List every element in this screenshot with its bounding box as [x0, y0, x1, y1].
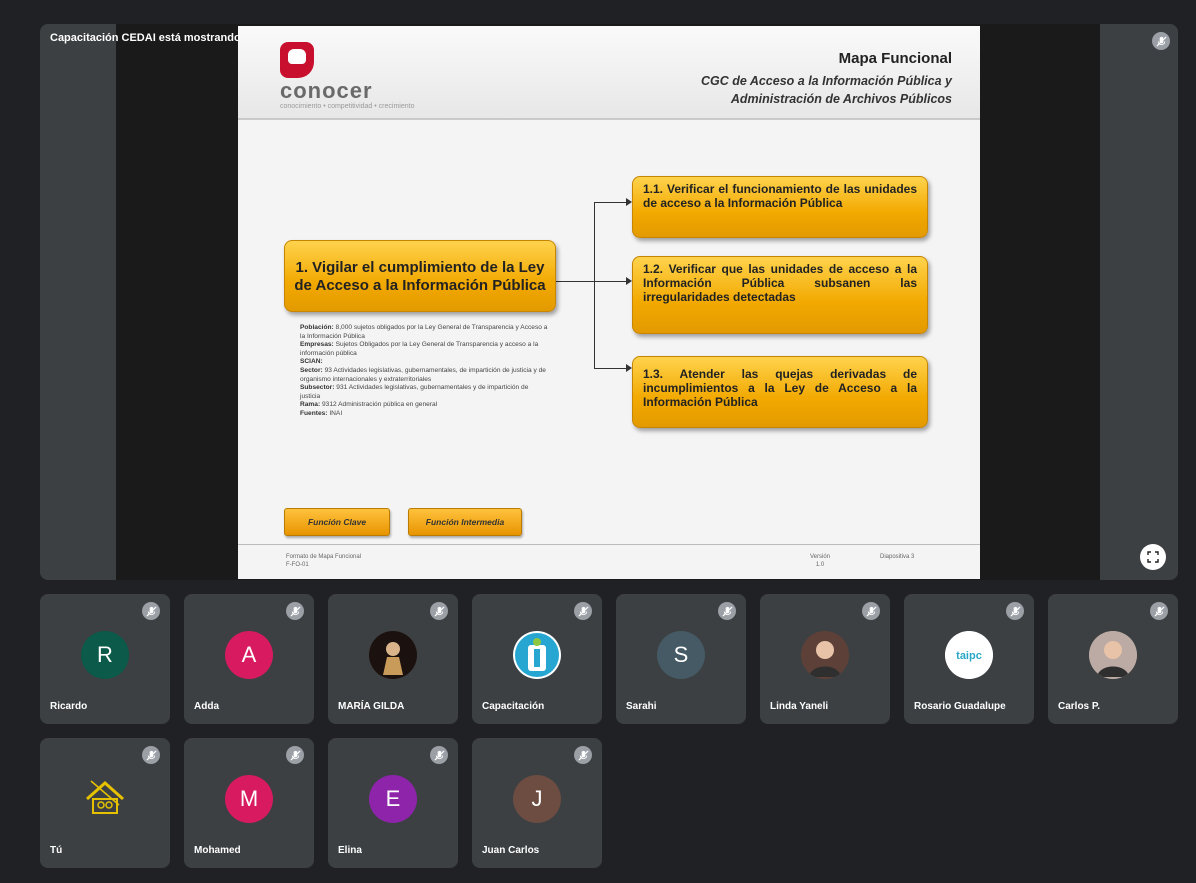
- mic-off-icon: [142, 746, 160, 764]
- participant-name: Tú: [50, 845, 63, 856]
- participant-tile[interactable]: S Sarahi: [616, 594, 746, 724]
- participant-name: Rosario Guadalupe: [914, 701, 1006, 712]
- mic-off-icon: [862, 602, 880, 620]
- legend-intermediate-function: Función Intermedia: [408, 508, 522, 536]
- fullscreen-icon: [1147, 551, 1159, 563]
- taipc-logo-icon: taipc: [945, 631, 993, 679]
- participant-tile[interactable]: Tú: [40, 738, 170, 868]
- participant-tile[interactable]: taipc Rosario Guadalupe: [904, 594, 1034, 724]
- participant-name: Carlos P.: [1058, 701, 1101, 712]
- sub-function-text-1: 1.1. Verificar el funcionamiento de las …: [643, 182, 917, 210]
- participant-name: Capacitación: [482, 701, 545, 712]
- participant-name: Juan Carlos: [482, 845, 540, 856]
- mic-off-icon: [1006, 602, 1024, 620]
- mic-off-icon: [430, 602, 448, 620]
- mic-off-icon: [430, 746, 448, 764]
- sub-function-box-1: 1.1. Verificar el funcionamiento de las …: [632, 176, 928, 238]
- meeting-window: Capacitación CEDAI está mostrando conoce…: [0, 0, 1196, 883]
- mic-off-icon: [1152, 32, 1170, 50]
- slide-subtitle-line-1: CGC de Acceso a la Información Pública y: [700, 74, 952, 88]
- main-function-text: 1. Vigilar el cumplimiento de la Ley de …: [294, 259, 546, 294]
- avatar: S: [657, 631, 705, 679]
- mic-off-icon: [1150, 602, 1168, 620]
- participant-tile[interactable]: E Elina: [328, 738, 458, 868]
- info-sector: Sector: 93 Actividades legislativas, gub…: [300, 366, 546, 383]
- presenting-label: Capacitación CEDAI está mostrando: [50, 32, 241, 44]
- connector-main: [556, 281, 594, 282]
- info-poblacion: Población: 8,000 sujetos obligados por l…: [300, 324, 548, 340]
- slide-subtitle-line-2: Administración de Archivos Públicos: [730, 92, 952, 106]
- info-subsector: Subsector: 931 Actividades legislativas,…: [300, 384, 529, 400]
- sub-function-box-2: 1.2. Verificar que las unidades de acces…: [632, 256, 928, 334]
- slide-header: conocer conocimiento • competitividad • …: [238, 26, 980, 120]
- house-logo-icon: [81, 775, 129, 823]
- taipc-logo-text: taipc: [956, 650, 982, 662]
- avatar: A: [225, 631, 273, 679]
- mic-off-icon: [142, 602, 160, 620]
- participant-tile[interactable]: MARÍA GILDA: [328, 594, 458, 724]
- participant-tile[interactable]: Carlos P.: [1048, 594, 1178, 724]
- fullscreen-button[interactable]: [1140, 544, 1166, 570]
- avatar: E: [369, 775, 417, 823]
- avatar: M: [225, 775, 273, 823]
- profile-photo: [369, 631, 417, 679]
- connector-3: [594, 368, 626, 369]
- info-block: Población: 8,000 sujetos obligados por l…: [300, 324, 550, 419]
- participant-name: Elina: [338, 845, 362, 856]
- participant-name: Sarahi: [626, 701, 657, 712]
- participant-name: Ricardo: [50, 701, 88, 712]
- sub-function-text-2: 1.2. Verificar que las unidades de acces…: [643, 262, 917, 304]
- info-fuentes: Fuentes: INAI: [300, 409, 343, 417]
- info-empresas: Empresas: Sujetos Obligados por la Ley G…: [300, 341, 539, 357]
- participant-tile[interactable]: Linda Yaneli: [760, 594, 890, 724]
- connector-2: [594, 281, 626, 282]
- mic-off-icon: [718, 602, 736, 620]
- mic-off-icon: [574, 602, 592, 620]
- footer-slide-number: Diapositiva 3: [880, 554, 915, 560]
- participant-tile[interactable]: M Mohamed: [184, 738, 314, 868]
- slide-footer: Formato de Mapa Funcional F-FO-01 Versió…: [238, 544, 980, 579]
- slide-subtitle: CGC de Acceso a la Información Pública y…: [622, 72, 952, 108]
- slide-title: Mapa Funcional: [838, 50, 952, 67]
- participant-tile[interactable]: R Ricardo: [40, 594, 170, 724]
- info-scian: SCIAN:: [300, 358, 323, 366]
- legend-key-function: Función Clave: [284, 508, 390, 536]
- participant-tile[interactable]: A Adda: [184, 594, 314, 724]
- participant-name: Linda Yaneli: [770, 701, 829, 712]
- presentation-slide: conocer conocimiento • competitividad • …: [238, 26, 980, 579]
- presentation-tile[interactable]: Capacitación CEDAI está mostrando conoce…: [40, 24, 1178, 580]
- footer-format: Formato de Mapa Funcional F-FO-01: [286, 554, 362, 568]
- main-function-box: 1. Vigilar el cumplimiento de la Ley de …: [284, 240, 556, 312]
- profile-photo: [1089, 631, 1137, 679]
- info-rama: Rama: 9312 Administración pública en gen…: [300, 401, 438, 409]
- info-logo-icon: [513, 631, 561, 679]
- profile-photo: [801, 631, 849, 679]
- mic-off-icon: [286, 746, 304, 764]
- mic-off-icon: [574, 746, 592, 764]
- sub-function-box-3: 1.3. Atender las quejas derivadas de inc…: [632, 356, 928, 428]
- avatar: R: [81, 631, 129, 679]
- footer-version: Versión 1.0: [810, 554, 831, 568]
- participant-tile[interactable]: J Juan Carlos: [472, 738, 602, 868]
- participant-tile[interactable]: Capacitación: [472, 594, 602, 724]
- sub-function-text-3: 1.3. Atender las quejas derivadas de inc…: [643, 367, 917, 409]
- avatar: J: [513, 775, 561, 823]
- participant-name: Adda: [194, 701, 219, 712]
- mic-off-icon: [286, 602, 304, 620]
- participant-name: MARÍA GILDA: [338, 701, 405, 712]
- participant-name: Mohamed: [194, 845, 241, 856]
- conocer-tagline: conocimiento • competitividad • crecimie…: [280, 103, 415, 110]
- connector-vertical: [594, 202, 595, 368]
- connector-1: [594, 202, 626, 203]
- conocer-logo-icon: [280, 42, 314, 78]
- conocer-logo-text: conocer: [280, 78, 373, 103]
